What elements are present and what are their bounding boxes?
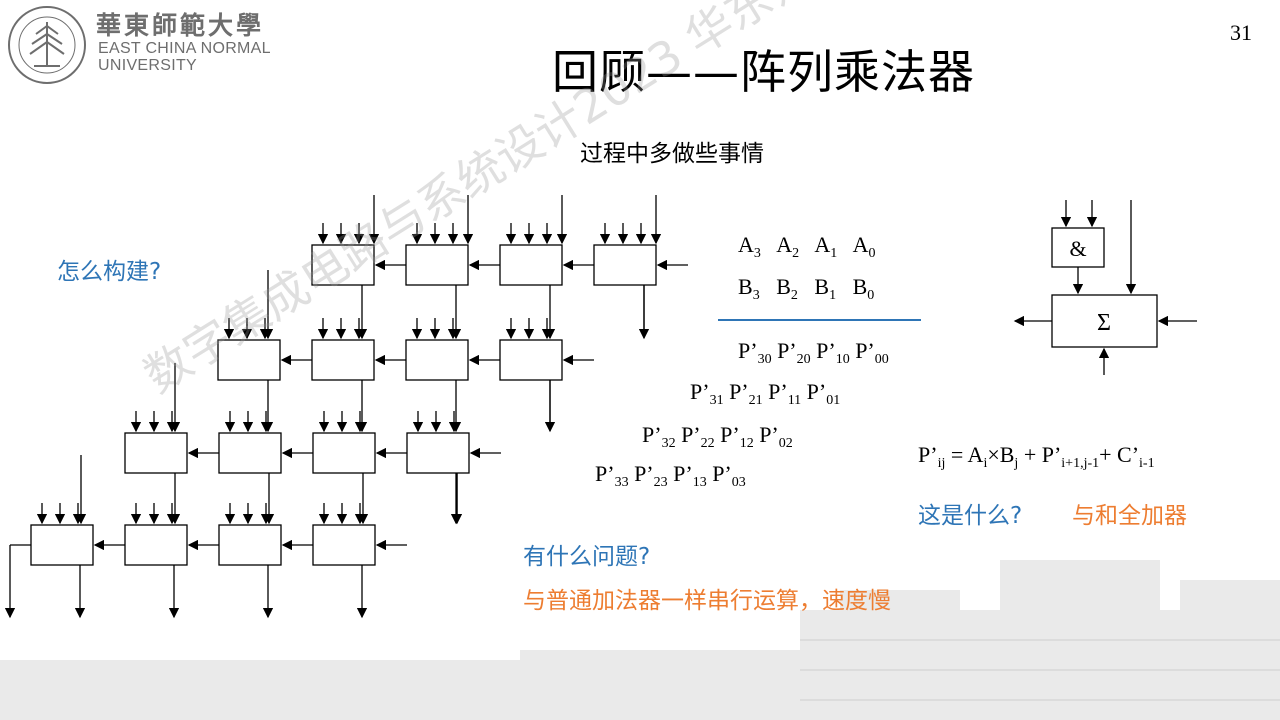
adder-cell <box>124 524 188 566</box>
pp-sub: 23 <box>653 475 668 490</box>
and-symbol: & <box>1069 236 1086 261</box>
adder-cell <box>312 524 376 566</box>
formula-plus-c: + C’ <box>1099 442 1140 467</box>
formula-sub-2: i-1 <box>1139 456 1155 471</box>
pp-label: P’ <box>738 338 758 363</box>
operand-b1: B <box>814 274 830 299</box>
operand-b2-sub: 2 <box>790 288 798 303</box>
pp-sub: 11 <box>787 393 802 408</box>
pp-sub: 22 <box>700 436 715 451</box>
pp-sub: 33 <box>614 475 629 490</box>
pp-label: P’ <box>642 422 662 447</box>
operand-b0: B <box>852 274 868 299</box>
pp-label: P’ <box>673 461 693 486</box>
partial-product-row-3: P’33 P’23 P’13 P’03 <box>595 461 746 491</box>
pp-label: P’ <box>768 379 788 404</box>
adder-cell <box>499 339 563 381</box>
pp-sub: 02 <box>778 436 793 451</box>
partial-product-row-1: P’31 P’21 P’11 P’01 <box>690 379 840 409</box>
pp-label: P’ <box>759 422 779 447</box>
question-problem: 有什么问题? <box>523 544 651 570</box>
adder-cell <box>218 432 282 474</box>
adder-cell <box>30 524 94 566</box>
multiplication-divider <box>718 319 921 321</box>
logo-en-line1: EAST CHINA NORMAL <box>98 40 271 57</box>
pp-sub: 30 <box>757 352 772 367</box>
operand-b0-sub: 0 <box>867 288 875 303</box>
operand-b3: B <box>738 274 753 299</box>
pp-sub: 21 <box>748 393 763 408</box>
pp-label: P’ <box>634 461 654 486</box>
pp-label: P’ <box>806 379 827 404</box>
slide-subtitle: 过程中多做些事情 <box>580 141 764 167</box>
pp-sub: 32 <box>661 436 676 451</box>
partial-product-row-0: P’30 P’20 P’10 P’00 <box>738 338 889 368</box>
operand-b2: B <box>776 274 791 299</box>
pp-sub: 20 <box>796 352 811 367</box>
adder-cell <box>124 432 188 474</box>
operand-a3-sub: 3 <box>753 246 761 261</box>
pp-sub: 01 <box>826 393 841 408</box>
pp-label: P’ <box>855 338 875 363</box>
answer-problem: 与普通加法器一样串行运算，速度慢 <box>523 588 891 614</box>
pp-label: P’ <box>712 461 732 486</box>
cell-formula: P’ij = Ai×Bj + P’i+1,j-1+ C’i-1 <box>918 442 1155 472</box>
adder-cell <box>405 244 469 286</box>
operand-a1: A <box>814 232 831 257</box>
pp-sub: 00 <box>874 352 889 367</box>
operand-b-row: B3 B2 B1 B0 <box>738 274 874 304</box>
operand-b1-sub: 1 <box>829 288 837 303</box>
pp-sub: 10 <box>835 352 850 367</box>
adder-cell <box>311 339 375 381</box>
pp-label: P’ <box>816 338 836 363</box>
pp-sub: 03 <box>731 475 746 490</box>
operand-b3-sub: 3 <box>752 288 760 303</box>
formula-plus: + P’ <box>1018 442 1062 467</box>
question-what: 这是什么? <box>918 503 1023 529</box>
pp-sub: 12 <box>739 436 754 451</box>
partial-product-row-2: P’32 P’22 P’12 P’02 <box>642 422 793 452</box>
pp-label: P’ <box>595 461 615 486</box>
page-number: 31 <box>1230 20 1252 45</box>
adder-cell <box>312 432 376 474</box>
pp-sub: 13 <box>692 475 707 490</box>
adder-cell <box>405 339 469 381</box>
pp-label: P’ <box>729 379 749 404</box>
operand-a3: A <box>738 232 754 257</box>
pp-label: P’ <box>690 379 710 404</box>
logo-en-line2: UNIVERSITY <box>98 57 198 74</box>
sum-symbol: Σ <box>1097 310 1111 336</box>
adder-cell <box>593 244 657 286</box>
operand-a0: A <box>852 232 869 257</box>
adder-cell <box>499 244 563 286</box>
formula-times: ×B <box>987 442 1015 467</box>
pp-label: P’ <box>720 422 740 447</box>
operand-a1-sub: 1 <box>830 246 838 261</box>
logo-english-name: EAST CHINA NORMAL UNIVERSITY <box>98 40 271 74</box>
pp-label: P’ <box>681 422 701 447</box>
pp-sub: 31 <box>709 393 724 408</box>
cell-diagram: & Σ <box>1013 200 1197 375</box>
formula-sub-1: i+1,j-1 <box>1061 456 1100 471</box>
operand-a2-sub: 2 <box>792 246 800 261</box>
logo-chinese-name: 華東師範大學 <box>96 11 265 40</box>
operand-a2: A <box>776 232 793 257</box>
adder-cell <box>406 432 470 474</box>
operand-a0-sub: 0 <box>868 246 876 261</box>
adder-cell <box>218 524 282 566</box>
formula-eq: = A <box>945 442 984 467</box>
answer-what: 与和全加器 <box>1072 503 1187 529</box>
pp-label: P’ <box>777 338 797 363</box>
formula-p: P’ <box>918 442 938 467</box>
operand-a-row: A3 A2 A1 A0 <box>738 232 875 262</box>
university-seal-logo <box>8 6 86 84</box>
